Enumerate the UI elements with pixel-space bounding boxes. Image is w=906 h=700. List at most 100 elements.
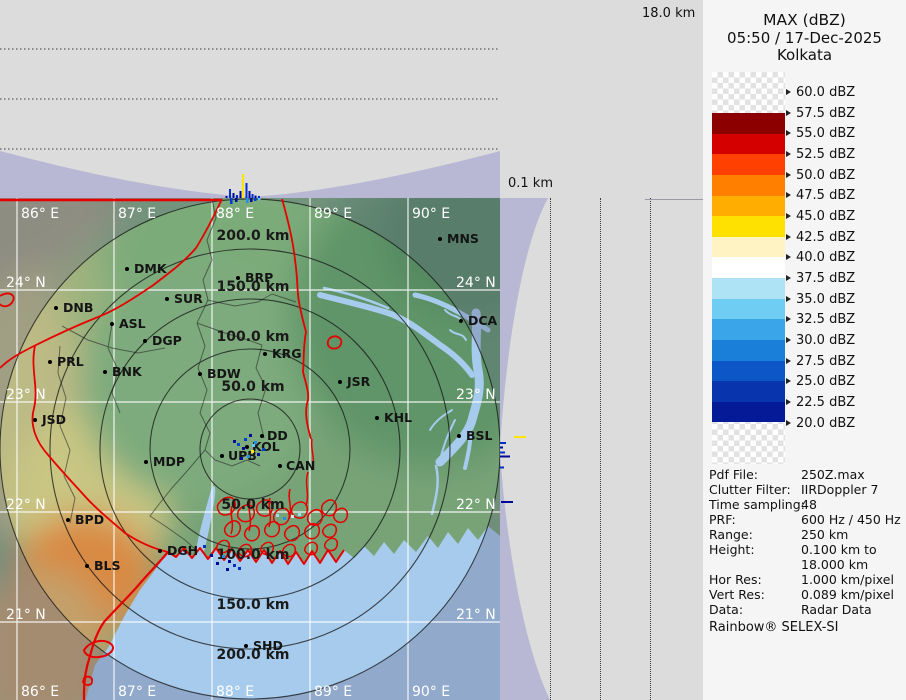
tick-arrow-icon	[786, 110, 791, 116]
tick-arrow-icon	[786, 151, 791, 157]
legend-tick: 57.5 dBZ	[786, 106, 855, 120]
svg-text:DMK: DMK	[134, 261, 168, 276]
svg-text:MNS: MNS	[447, 231, 479, 246]
tick-arrow-icon	[786, 358, 791, 364]
svg-text:JSR: JSR	[346, 374, 371, 389]
legend-band	[712, 381, 785, 402]
radar-display-window: 18.0 km 0.1 km	[0, 0, 906, 700]
svg-text:BLS: BLS	[94, 558, 121, 573]
legend-tick: 55.0 dBZ	[786, 126, 855, 140]
svg-text:89° E: 89° E	[314, 684, 352, 700]
svg-text:JSD: JSD	[41, 412, 66, 427]
legend-tick: 27.5 dBZ	[786, 354, 855, 368]
legend-band	[712, 278, 785, 299]
svg-text:22° N: 22° N	[456, 497, 496, 513]
svg-text:SHD: SHD	[253, 638, 283, 653]
meta-row: Data:Radar Data	[703, 602, 906, 617]
tick-arrow-icon	[786, 89, 791, 95]
tick-arrow-icon	[786, 254, 791, 260]
tick-arrow-icon	[786, 296, 791, 302]
height-axis-max-label: 18.0 km	[642, 6, 695, 21]
meta-row: Vert Res:0.089 km/pixel	[703, 587, 906, 602]
radar-map: 86° E 87° E 88° E 89° E 90° E 86° E 87° E 8…	[0, 198, 500, 700]
svg-text:DNB: DNB	[63, 300, 93, 315]
svg-text:DGH: DGH	[167, 543, 198, 558]
svg-text:23° N: 23° N	[6, 387, 46, 403]
tick-arrow-icon	[786, 130, 791, 136]
svg-text:ASL: ASL	[119, 316, 146, 331]
meta-row: Height:0.100 km to	[703, 542, 906, 557]
meta-row: Clutter Filter:IIRDoppler 7	[703, 482, 906, 497]
legend-tick: 22.5 dBZ	[786, 395, 855, 409]
meta-row: PRF:600 Hz / 450 Hz	[703, 512, 906, 527]
svg-text:BRP: BRP	[245, 270, 273, 285]
legend-band	[712, 134, 785, 155]
tick-arrow-icon	[786, 316, 791, 322]
legend-tick: 37.5 dBZ	[786, 271, 855, 285]
software-brand: Rainbow® SELEX-SI	[709, 620, 839, 635]
svg-text:87° E: 87° E	[118, 684, 156, 700]
legend-band	[712, 361, 785, 382]
svg-text:21° N: 21° N	[6, 607, 46, 623]
legend-tick: 50.0 dBZ	[786, 168, 855, 182]
legend-tick: 32.5 dBZ	[786, 312, 855, 326]
tick-arrow-icon	[786, 378, 791, 384]
svg-text:24° N: 24° N	[456, 275, 496, 291]
svg-text:86° E: 86° E	[21, 206, 59, 222]
svg-text:200.0 km: 200.0 km	[216, 228, 289, 244]
meta-row: Pdf File:250Z.max	[703, 467, 906, 482]
legend-tick: 45.0 dBZ	[786, 209, 855, 223]
svg-text:86° E: 86° E	[21, 684, 59, 700]
svg-text:BDW: BDW	[207, 366, 241, 381]
tick-arrow-icon	[786, 234, 791, 240]
svg-text:89° E: 89° E	[314, 206, 352, 222]
svg-text:150.0 km: 150.0 km	[216, 597, 289, 613]
svg-text:90° E: 90° E	[412, 206, 450, 222]
svg-text:SUR: SUR	[174, 291, 203, 306]
legend-tick: 52.5 dBZ	[786, 147, 855, 161]
meta-row: 18.000 km	[703, 557, 906, 572]
svg-text:88° E: 88° E	[216, 206, 254, 222]
tick-arrow-icon	[786, 275, 791, 281]
legend-tick: 40.0 dBZ	[786, 250, 855, 264]
legend-tick: 25.0 dBZ	[786, 374, 855, 388]
svg-text:DGP: DGP	[152, 333, 182, 348]
svg-text:PRL: PRL	[57, 354, 84, 369]
tick-arrow-icon	[786, 192, 791, 198]
svg-text:BSL: BSL	[466, 428, 493, 443]
svg-text:BPD: BPD	[75, 512, 104, 527]
legend-band	[712, 237, 785, 258]
legend-tick: 30.0 dBZ	[786, 333, 855, 347]
legend-band	[712, 196, 785, 217]
legend-tick: 20.0 dBZ	[786, 416, 855, 430]
right-panel-echo-dashes	[500, 436, 526, 503]
tick-arrow-icon	[786, 399, 791, 405]
svg-text:22° N: 22° N	[6, 497, 46, 513]
legend-tick: 42.5 dBZ	[786, 230, 855, 244]
right-panel-nodata-wedge	[500, 198, 550, 700]
svg-text:50.0 km: 50.0 km	[221, 497, 284, 513]
svg-text:90° E: 90° E	[412, 684, 450, 700]
radar-station-name: Kolkata	[703, 46, 906, 64]
right-panel-overlay	[500, 198, 703, 700]
product-timestamp: 05:50 / 17-Dec-2025	[703, 29, 906, 47]
legend-band	[712, 257, 785, 278]
meta-row: Range:250 km	[703, 527, 906, 542]
meta-row: Time sampling:48	[703, 497, 906, 512]
svg-text:88° E: 88° E	[216, 684, 254, 700]
legend-band	[712, 340, 785, 361]
legend-band	[712, 216, 785, 237]
legend-band	[712, 299, 785, 320]
legend-tick: 35.0 dBZ	[786, 292, 855, 306]
svg-text:100.0 km: 100.0 km	[216, 547, 289, 563]
dbz-color-bands	[712, 113, 785, 422]
svg-text:BNK: BNK	[112, 364, 143, 379]
legend-band	[712, 154, 785, 175]
meta-row: Hor Res:1.000 km/pixel	[703, 572, 906, 587]
dbz-colorbar	[712, 72, 785, 464]
tick-arrow-icon	[786, 172, 791, 178]
svg-text:87° E: 87° E	[118, 206, 156, 222]
legend-band	[712, 319, 785, 340]
svg-text:21° N: 21° N	[456, 607, 496, 623]
tick-arrow-icon	[786, 337, 791, 343]
